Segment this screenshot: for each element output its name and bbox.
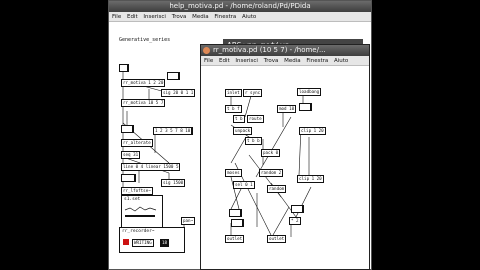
recorder-panel[interactable]: rr_recorder~ WRITING 18 — [119, 227, 185, 253]
motiva-window-titlebar[interactable]: rr_motiva.pd (10 5 7) - /home/... — [201, 45, 369, 56]
bang-message[interactable] — [119, 64, 129, 72]
random-object-2[interactable]: random — [267, 185, 287, 193]
graph-array[interactable]: s1.set — [121, 195, 163, 229]
trigger-bb-object[interactable]: t b b — [245, 137, 262, 145]
number-box-3[interactable] — [121, 174, 136, 182]
trigger-bang-object[interactable]: t b — [233, 115, 245, 123]
unpack-object[interactable]: unpack — [233, 127, 253, 135]
menu-trova[interactable]: Trova — [264, 58, 279, 64]
motiva-object-2[interactable]: rr_motiva 10 5 7 — [121, 99, 166, 107]
help-window-titlebar[interactable]: help_motiva.pd - /home/roland/Pd/PDida — [109, 1, 371, 12]
sig-object[interactable]: sig 20 0 1 1 — [161, 89, 196, 97]
loadbang-object[interactable]: loadbang — [297, 88, 322, 96]
trigger-object[interactable]: t b f — [225, 105, 242, 113]
menu-aiuto[interactable]: Aiuto — [334, 58, 348, 64]
menu-trova[interactable]: Trova — [172, 14, 187, 20]
menu-edit[interactable]: Edit — [219, 58, 230, 64]
outlet-right[interactable]: outlet — [267, 235, 287, 243]
record-time: 18 — [160, 239, 170, 247]
motiva-window[interactable]: rr_motiva.pd (10 5 7) - /home/... File E… — [200, 44, 370, 270]
menu-media[interactable]: Media — [192, 14, 209, 20]
menu-edit[interactable]: Edit — [127, 14, 138, 20]
route-object[interactable]: route — [247, 115, 264, 123]
number-box-3[interactable] — [229, 209, 242, 217]
close-icon[interactable] — [203, 47, 210, 54]
clip-object[interactable]: clip 1 20 — [299, 127, 326, 135]
number-box-2[interactable] — [121, 125, 134, 133]
moses-object[interactable]: moses — [225, 169, 242, 177]
pan-object[interactable]: pan~ — [181, 217, 196, 225]
help-menubar: File Edit Inserisci Trova Media Finestra… — [109, 12, 371, 22]
alterate-object[interactable]: rr_alterate — [121, 139, 153, 147]
inlet-object[interactable]: inlet — [225, 89, 242, 97]
random-object[interactable]: random 2 — [259, 169, 284, 177]
recorder-label: rr_recorder~ — [122, 229, 155, 234]
menu-aiuto[interactable]: Aiuto — [242, 14, 256, 20]
section-comment: Generative_series — [119, 37, 171, 43]
menu-finestra[interactable]: Finestra — [306, 58, 328, 64]
mod-object[interactable]: mod 10 — [277, 105, 297, 113]
menu-media[interactable]: Media — [284, 58, 301, 64]
line-object[interactable]: line 0 4 linear 1500 5 — [121, 163, 181, 171]
seq-object[interactable]: seq 31 — [121, 151, 141, 159]
menu-inserisci[interactable]: Inserisci — [235, 58, 258, 64]
window-title: rr_motiva.pd (10 5 7) - /home/... — [213, 46, 326, 54]
motiva-canvas[interactable]: inlet r sync loadbang t b f mod 10 t b r… — [201, 67, 369, 269]
array-plot — [124, 206, 157, 217]
menu-inserisci[interactable]: Inserisci — [143, 14, 166, 20]
number-box-2[interactable] — [291, 205, 304, 213]
sig1500-object[interactable]: sig 1500 — [161, 179, 186, 187]
menu-file[interactable]: File — [112, 14, 121, 20]
clip-object-2[interactable]: clip 1 20 — [297, 175, 324, 183]
menu-file[interactable]: File — [204, 58, 213, 64]
lfo-object[interactable]: rr_lfoftse~ — [121, 187, 153, 195]
record-status: WRITING — [132, 239, 154, 247]
pack-object[interactable]: pack 0 — [261, 149, 281, 157]
number-box-4[interactable] — [231, 219, 244, 227]
motiva-object-1[interactable]: rr_motiva 1 2 20 — [121, 79, 166, 87]
receive-sync-object[interactable]: r sync — [243, 89, 263, 97]
multiply-object[interactable]: * 2 — [289, 217, 301, 225]
window-title: help_motiva.pd - /home/roland/Pd/PDida — [169, 2, 311, 10]
select-object[interactable]: sel 0 1 — [233, 181, 255, 189]
menu-finestra[interactable]: Finestra — [214, 14, 236, 20]
number-box[interactable] — [167, 72, 180, 80]
motiva-menubar: File Edit Inserisci Trova Media Finestra… — [201, 56, 369, 66]
outlet-left[interactable]: outlet — [225, 235, 245, 243]
record-toggle[interactable] — [123, 239, 129, 245]
number-box[interactable] — [299, 103, 312, 111]
list-message[interactable]: 1 2 3 5 7 8 10 — [153, 127, 194, 135]
